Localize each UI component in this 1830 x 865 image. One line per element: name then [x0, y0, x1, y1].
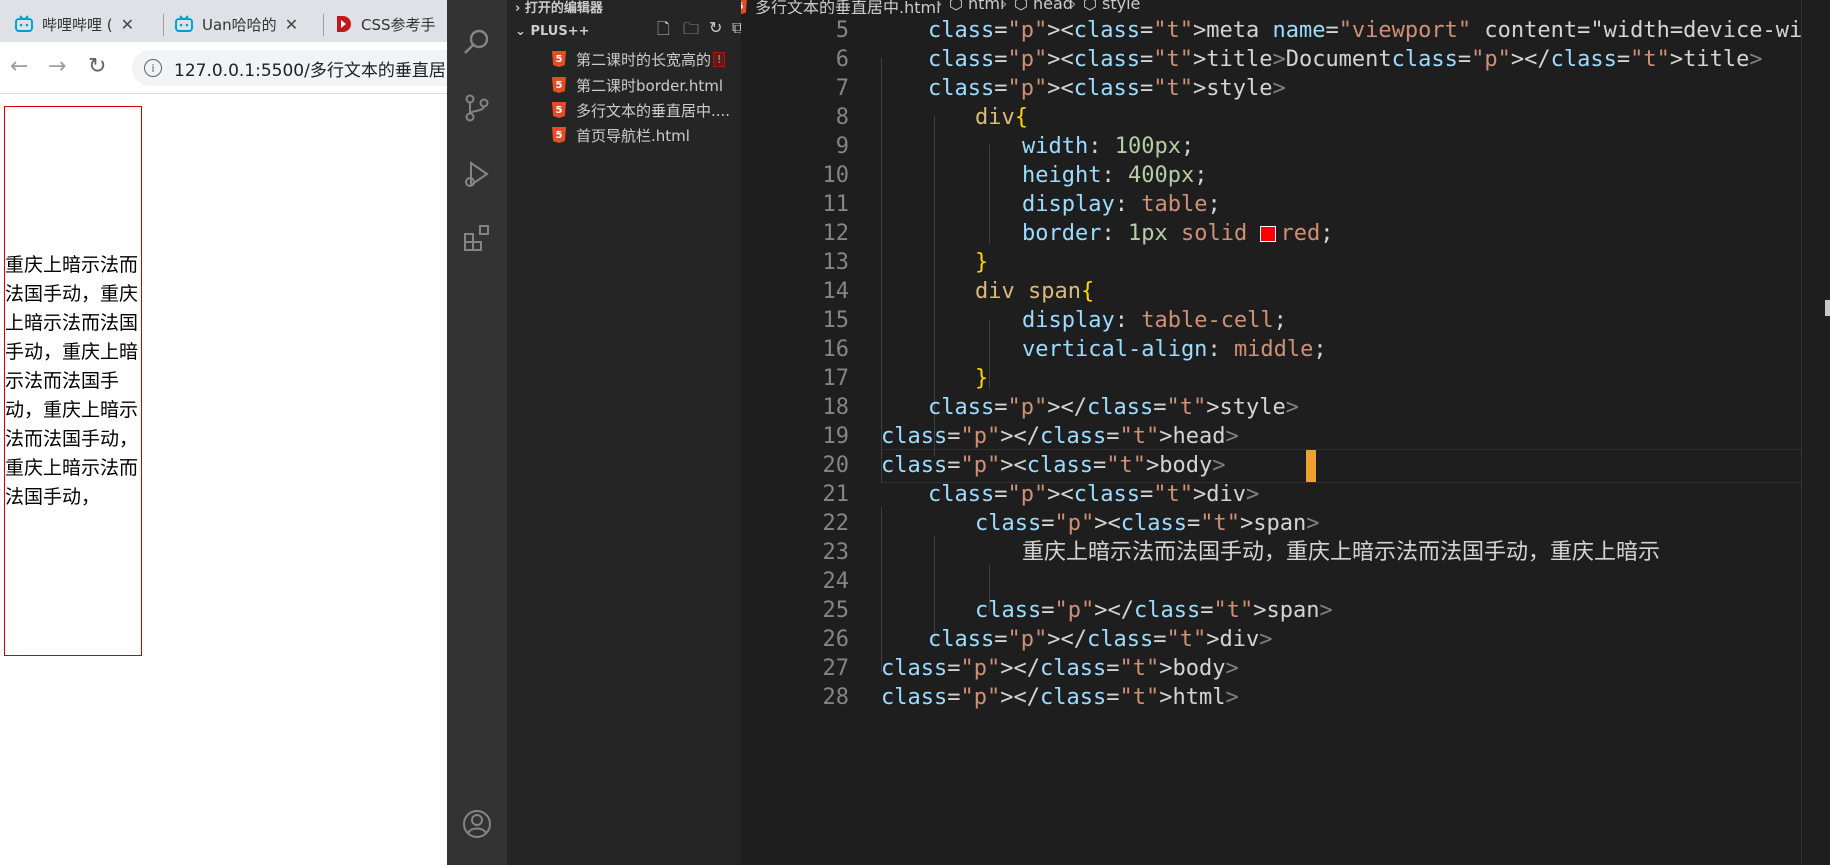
- search-icon[interactable]: [461, 26, 493, 58]
- tab-strip: 哔哩哔哩 ( ✕ Uan哈哈的 ✕ CSS参考手: [0, 0, 447, 42]
- tab-title: Uan哈哈的: [202, 15, 277, 34]
- back-arrow-icon[interactable]: ←: [10, 54, 28, 79]
- site-info-icon[interactable]: i: [144, 59, 162, 77]
- file-item[interactable]: 5 第二课时border.html: [552, 73, 723, 97]
- tab-title: CSS参考手: [361, 15, 436, 34]
- problem-badge: !: [713, 51, 726, 67]
- line-number: 28: [822, 685, 850, 710]
- tab-separator: [163, 14, 164, 36]
- tab-title: 哔哩哔哩 (: [42, 15, 113, 34]
- folder-header[interactable]: ⌄ PLUS++: [515, 24, 590, 39]
- chevron-right-icon: ›: [1070, 0, 1077, 13]
- html5-icon: 5: [552, 127, 566, 143]
- new-file-icon[interactable]: 🗋: [657, 18, 670, 45]
- url-text: 127.0.0.1:5500/多行文本的垂直居中: [174, 60, 447, 81]
- tab-uan[interactable]: Uan哈哈的 ✕: [174, 6, 322, 42]
- breadcrumb-html[interactable]: html: [968, 0, 1004, 13]
- file-name: 首页导航栏.html: [576, 126, 690, 145]
- collapse-all-icon[interactable]: ⧉: [732, 18, 741, 38]
- folder-label: PLUS++: [530, 24, 590, 39]
- color-swatch[interactable]: [1260, 226, 1277, 242]
- minimap[interactable]: [1801, 0, 1830, 865]
- html5-icon: 5: [552, 51, 566, 67]
- open-editors-label: 打开的编辑器: [524, 1, 603, 16]
- run-debug-icon[interactable]: [461, 158, 493, 190]
- code-text: class="p"></class="t">html>: [881, 685, 1239, 710]
- source-control-icon[interactable]: [461, 92, 493, 124]
- code-editor[interactable]: 5 class="p"><class="t">meta name="viewpor…: [741, 14, 1801, 865]
- text-cursor: [1306, 450, 1316, 482]
- address-bar[interactable]: i 127.0.0.1:5500/多行文本的垂直居中: [132, 50, 447, 86]
- runoob-logo-icon: [337, 16, 351, 32]
- extensions-icon[interactable]: [461, 222, 493, 254]
- chevron-down-icon: ⌄: [515, 24, 526, 39]
- breadcrumb-head[interactable]: head: [1033, 0, 1073, 13]
- file-name: 第二课时border.html: [576, 76, 724, 95]
- file-name: 第二课时的长宽高的: [576, 50, 712, 69]
- file-item-active[interactable]: 5 多行文本的垂直居中....: [552, 98, 730, 122]
- reload-icon[interactable]: ↻: [88, 54, 106, 79]
- breadcrumb-file[interactable]: 多行文本的垂直居中.html: [755, 0, 941, 14]
- file-item[interactable]: 5 首页导航栏.html: [552, 123, 690, 147]
- demo-div: 重庆上暗示法而法国手动，重庆上暗示法而法国手动，重庆上暗示法而法国手动，重庆上暗…: [4, 106, 142, 656]
- cube-icon: ⬡: [1014, 0, 1028, 13]
- browser-toolbar: ← → ↻ i 127.0.0.1:5500/多行文本的垂直居中: [0, 42, 447, 94]
- refresh-icon[interactable]: ↻: [709, 18, 722, 37]
- scrollbar-thumb[interactable]: [1825, 300, 1830, 316]
- close-icon[interactable]: ✕: [285, 15, 298, 34]
- new-folder-icon[interactable]: 🗀: [683, 18, 699, 45]
- chevron-right-icon: ›: [515, 1, 521, 16]
- file-item[interactable]: 5 第二课时的长宽高的!: [552, 47, 726, 71]
- chevron-right-icon: ›: [1001, 0, 1008, 13]
- tab-bilibili[interactable]: 哔哩哔哩 ( ✕: [14, 6, 164, 42]
- chevron-right-icon: ›: [936, 0, 943, 13]
- html5-icon: 5: [552, 102, 566, 118]
- bilibili-tv-icon: [15, 15, 33, 32]
- account-icon[interactable]: [461, 808, 493, 840]
- demo-span-text: 重庆上暗示法而法国手动，重庆上暗示法而法国手动，重庆上暗示法而法国手动，重庆上暗…: [5, 253, 139, 508]
- cube-icon: ⬡: [949, 0, 963, 13]
- tab-css-reference[interactable]: CSS参考手: [333, 6, 447, 42]
- cube-icon: ⬡: [1083, 0, 1097, 13]
- forward-arrow-icon[interactable]: →: [48, 54, 66, 79]
- activity-bar: [447, 0, 507, 865]
- code-line[interactable]: 28 class="p"></class="t">html>: [741, 681, 1801, 715]
- open-editors-header[interactable]: › 打开的编辑器: [515, 0, 603, 16]
- close-icon[interactable]: ✕: [121, 15, 134, 34]
- vscode-window: › 打开的编辑器 ⌄ PLUS++ 🗋 🗀 ↻ ⧉ 5 第二课时的长宽高的! 5第…: [447, 0, 1830, 865]
- file-name: 多行文本的垂直居中....: [576, 101, 731, 120]
- html5-icon: 5: [552, 77, 566, 93]
- tab-separator: [323, 14, 324, 36]
- breadcrumb: 5 多行文本的垂直居中.html › ⬡ html › ⬡ head › ⬡ s…: [741, 0, 1830, 14]
- browser-window: 哔哩哔哩 ( ✕ Uan哈哈的 ✕ CSS参考手 ← → ↻ i 127.0.0…: [0, 0, 447, 865]
- breadcrumb-style[interactable]: style: [1102, 0, 1140, 13]
- bilibili-tv-icon: [175, 15, 193, 32]
- explorer-sidebar: › 打开的编辑器 ⌄ PLUS++ 🗋 🗀 ↻ ⧉ 5 第二课时的长宽高的! 5第…: [507, 0, 741, 865]
